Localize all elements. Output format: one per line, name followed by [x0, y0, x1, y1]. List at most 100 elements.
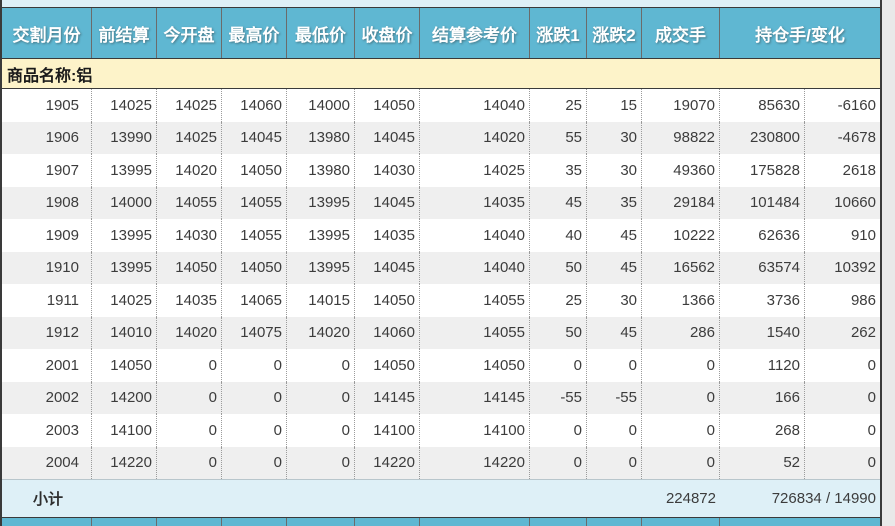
cell-volume: 286 — [642, 316, 720, 349]
cell-high: 0 — [222, 414, 287, 447]
cell-open-interest-change: 63574 — [720, 251, 805, 284]
cell-low: 14015 — [287, 284, 355, 317]
table-row-1911: 1911 14025 14035 14065 14015 14050 14055 25 30 13… — [2, 284, 880, 317]
cell-oi-change: 986 — [850, 291, 876, 309]
column-header-change1: 涨跌1 — [530, 8, 587, 58]
cell-change1: 25 — [530, 284, 587, 317]
cell-delivery-month: 2003 — [2, 414, 92, 447]
cell-close: 14045 — [355, 251, 420, 284]
cell-change2: 30 — [587, 284, 642, 317]
cell-change2: 0 — [587, 414, 642, 447]
cell-volume: 19070 — [642, 89, 720, 122]
cell-open-interest-change: 1540 — [720, 316, 805, 349]
cell-settlement-reference: 14035 — [420, 186, 530, 219]
next-header-cell — [92, 518, 157, 526]
cell-high: 14055 — [222, 186, 287, 219]
cell-low: 0 — [287, 446, 355, 479]
cell-open: 14030 — [157, 219, 222, 252]
cell-close: 14050 — [355, 89, 420, 122]
cell-open: 14025 — [157, 121, 222, 154]
cell-close: 14100 — [355, 414, 420, 447]
cell-oi-change: 0 — [867, 454, 876, 472]
cell-change2: 30 — [587, 154, 642, 187]
cell-open-interest-change: 85630 — [720, 89, 805, 122]
cell-change1: -55 — [530, 381, 587, 414]
cell-low: 14020 — [287, 316, 355, 349]
cell-change2: 15 — [587, 89, 642, 122]
cell-oi-change: 0 — [867, 356, 876, 374]
cell-prev-settlement: 14200 — [92, 381, 157, 414]
cell-high: 14055 — [222, 219, 287, 252]
next-header-cell — [287, 518, 355, 526]
cell-prev-settlement: 14025 — [92, 284, 157, 317]
cell-volume: 10222 — [642, 219, 720, 252]
cell-open: 14025 — [157, 89, 222, 122]
cell-close: 14030 — [355, 154, 420, 187]
cell-prev-settlement: 14010 — [92, 316, 157, 349]
subtotal-row: 小计 224872 726834 / 14990 — [2, 479, 880, 517]
column-header-open-interest-change: 持仓手/变化 — [755, 25, 845, 45]
cell-low: 0 — [287, 381, 355, 414]
cell-delivery-month: 1905 — [2, 89, 92, 122]
table-row-1907: 1907 13995 14020 14050 13980 14030 14025 35 30 49… — [2, 154, 880, 187]
cell-change1: 40 — [530, 219, 587, 252]
table-row-2001: 2001 14050 0 0 0 14050 14050 0 0 0 1120 0 — [2, 349, 880, 382]
cell-close: 14050 — [355, 284, 420, 317]
cell-low: 13995 — [287, 219, 355, 252]
cell-delivery-month: 1909 — [2, 219, 92, 252]
next-header-cell — [157, 518, 222, 526]
next-header-cell — [2, 518, 92, 526]
cell-open-interest-change: 166 — [720, 381, 805, 414]
cell-delivery-month: 2002 — [2, 381, 92, 414]
cell-volume: 1366 — [642, 284, 720, 317]
cell-prev-settlement: 13995 — [92, 154, 157, 187]
cell-open: 0 — [157, 349, 222, 382]
cell-low: 13980 — [287, 154, 355, 187]
column-header-open: 今开盘 — [157, 8, 222, 58]
cell-change1: 50 — [530, 251, 587, 284]
cell-prev-settlement: 14100 — [92, 414, 157, 447]
next-section-header-tail — [2, 517, 880, 526]
cell-close: 14220 — [355, 446, 420, 479]
cell-settlement-reference: 14040 — [420, 251, 530, 284]
next-header-cell — [355, 518, 420, 526]
cell-high: 14075 — [222, 316, 287, 349]
column-header-close: 收盘价 — [355, 8, 420, 58]
cell-close: 14045 — [355, 186, 420, 219]
cell-volume: 0 — [642, 349, 720, 382]
cell-high: 14045 — [222, 121, 287, 154]
next-header-cell — [720, 518, 880, 526]
cell-open: 14020 — [157, 316, 222, 349]
cell-close: 14060 — [355, 316, 420, 349]
cell-prev-settlement: 14000 — [92, 186, 157, 219]
cell-open: 14055 — [157, 186, 222, 219]
cell-open-interest-change: 230800 — [720, 121, 805, 154]
cell-delivery-month: 1910 — [2, 251, 92, 284]
cell-delivery-month: 1907 — [2, 154, 92, 187]
cell-oi-change: 910 — [850, 226, 876, 244]
cell-volume: 98822 — [642, 121, 720, 154]
cell-delivery-month: 1912 — [2, 316, 92, 349]
cell-oi-change: 0 — [867, 421, 876, 439]
cell-prev-settlement: 13995 — [92, 219, 157, 252]
cell-change2: 30 — [587, 121, 642, 154]
column-header-settlement-reference: 结算参考价 — [420, 8, 530, 58]
cell-oi-change: 0 — [867, 389, 876, 407]
cell-high: 14065 — [222, 284, 287, 317]
table-row-2004: 2004 14220 0 0 0 14220 14220 0 0 0 52 0 — [2, 446, 880, 479]
next-header-cell — [587, 518, 642, 526]
cell-change1: 25 — [530, 89, 587, 122]
cell-settlement-reference: 14220 — [420, 446, 530, 479]
cell-oi-change: 10392 — [834, 259, 876, 277]
previous-section-row-tail — [2, 0, 880, 7]
table-row-1910: 1910 13995 14050 14050 13995 14045 14040 50 45 16… — [2, 251, 880, 284]
cell-open-interest-change: 62636 — [720, 219, 805, 252]
cell-settlement-reference: 14040 — [420, 89, 530, 122]
cell-low: 0 — [287, 414, 355, 447]
column-header-prev-settlement: 前结算 — [92, 8, 157, 58]
cell-open: 0 — [157, 414, 222, 447]
table-row-1912: 1912 14010 14020 14075 14020 14060 14055 50 45 28… — [2, 316, 880, 349]
cell-change1: 0 — [530, 446, 587, 479]
cell-open: 14035 — [157, 284, 222, 317]
cell-close: 14145 — [355, 381, 420, 414]
